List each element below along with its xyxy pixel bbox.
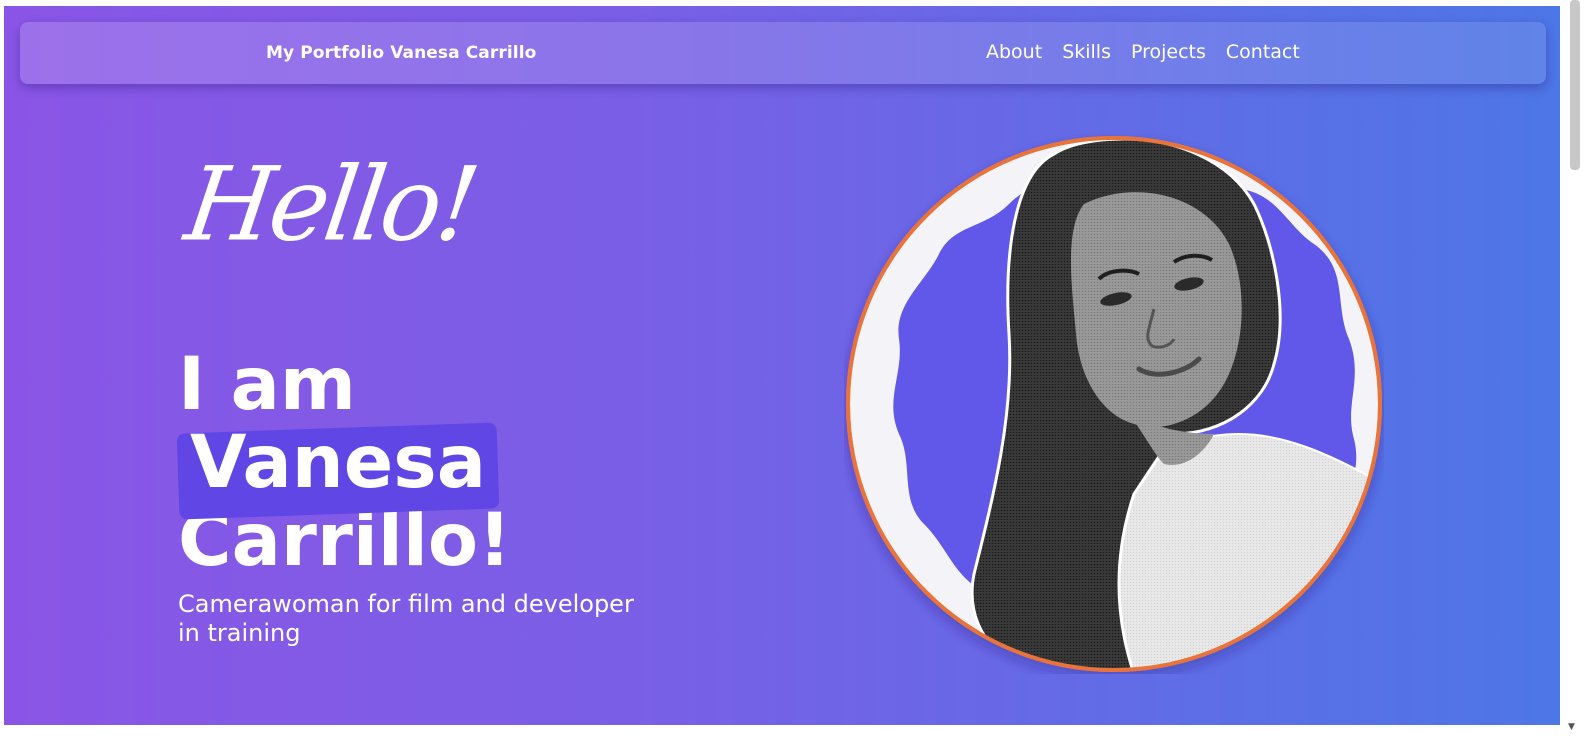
nav-links: About Skills Projects Contact (986, 41, 1300, 63)
profile-photo-grayscale-icon (846, 136, 1382, 672)
name-highlight-text: Vanesa (190, 420, 486, 505)
brand-title[interactable]: My Portfolio Vanesa Carrillo (266, 43, 536, 63)
title-line-name: Vanesa (178, 424, 511, 502)
nav-link-about[interactable]: About (986, 41, 1042, 63)
hero-section: My Portfolio Vanesa Carrillo About Skill… (4, 6, 1560, 725)
nav-link-contact[interactable]: Contact (1226, 41, 1300, 63)
navbar: My Portfolio Vanesa Carrillo About Skill… (20, 22, 1546, 84)
nav-link-projects[interactable]: Projects (1131, 41, 1206, 63)
page-scrollbar[interactable]: ▼ (1560, 0, 1587, 738)
hero-title: I am Vanesa Carrillo! (178, 346, 511, 580)
title-line-i-am: I am (178, 342, 356, 427)
scroll-down-arrow-icon[interactable]: ▼ (1568, 722, 1575, 732)
scrollbar-thumb[interactable] (1570, 0, 1580, 170)
nav-link-skills[interactable]: Skills (1062, 41, 1111, 63)
name-highlight: Vanesa (178, 424, 498, 502)
profile-photo (844, 134, 1384, 674)
hero-subtitle: Camerawoman for film and developer in tr… (178, 590, 634, 647)
hello-greeting: Hello! (178, 144, 483, 265)
